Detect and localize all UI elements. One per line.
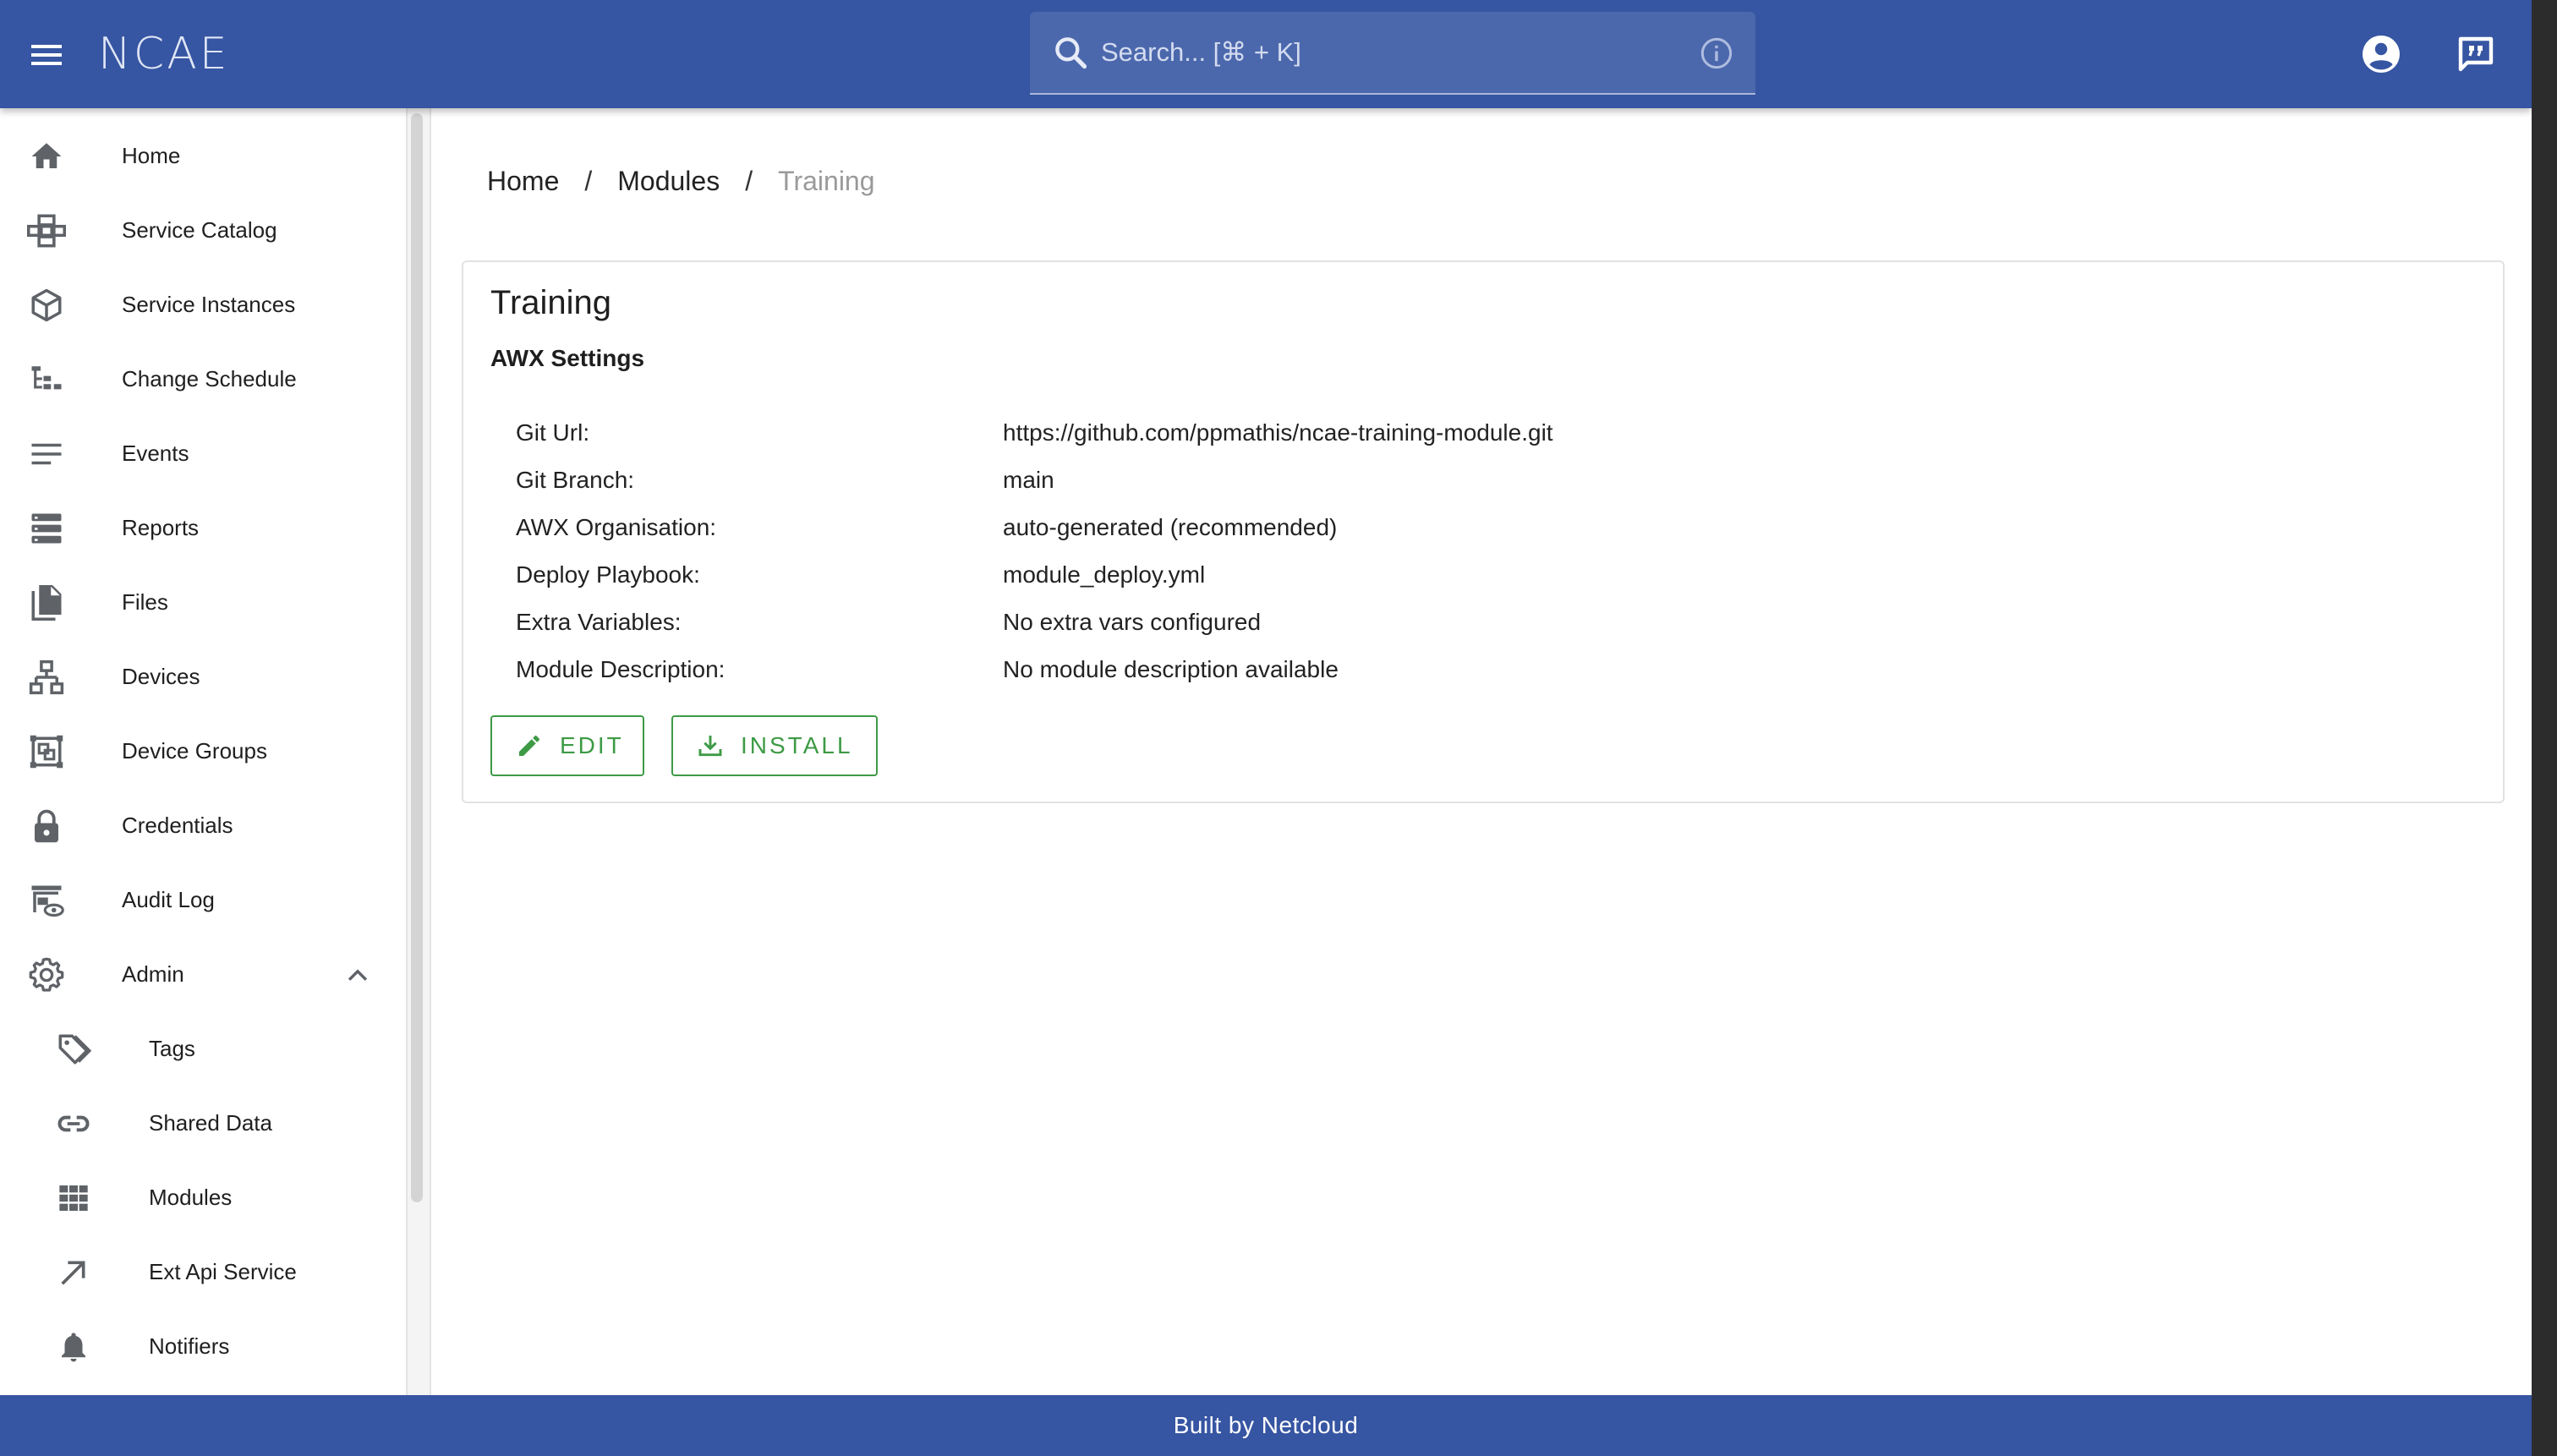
breadcrumb-home[interactable]: Home	[487, 166, 559, 197]
sidebar-item-shared-data[interactable]: Shared Data	[0, 1086, 397, 1160]
sidebar-item-label: Notifiers	[149, 1333, 230, 1359]
link-icon	[57, 1115, 90, 1132]
sidebar-item-label: Shared Data	[149, 1109, 272, 1136]
ncae-logo[interactable]: NCAE	[98, 30, 230, 78]
sidebar-item-notifiers[interactable]: Notifiers	[0, 1309, 397, 1383]
search-input[interactable]	[1101, 29, 1676, 76]
app-header: NCAE	[0, 0, 2532, 108]
install-button[interactable]: INSTALL	[671, 715, 878, 776]
field-label: Deploy Playbook:	[516, 561, 700, 588]
account-circle-icon	[2363, 36, 2400, 73]
account-button[interactable]	[2352, 25, 2410, 83]
lock-icon	[35, 809, 58, 843]
sidebar-item-label: Devices	[122, 663, 200, 689]
sidebar-item-label: Reports	[122, 514, 200, 540]
install-button-label: INSTALL	[741, 732, 853, 758]
feedback-button[interactable]	[2447, 25, 2505, 83]
sidebar-item-label: Change Schedule	[122, 365, 297, 391]
sidebar-item-label: Admin	[122, 961, 184, 987]
field-value: module_deploy.yml	[1003, 561, 1206, 588]
download-icon	[698, 736, 722, 757]
breadcrumb-separator: /	[745, 166, 753, 196]
sidebar-item-device-groups[interactable]: Device Groups	[0, 714, 397, 788]
field-value: auto-generated (recommended)	[1003, 514, 1338, 540]
home-icon	[31, 143, 62, 168]
field-value: main	[1003, 467, 1054, 493]
edit-button[interactable]: EDIT	[490, 715, 644, 776]
footer-text: Built by Netcloud	[1173, 1412, 1359, 1438]
sidebar-item-label: Tags	[149, 1035, 195, 1061]
sidebar-item-audit-log[interactable]: Audit Log	[0, 862, 397, 937]
sidebar-item-devices[interactable]: Devices	[0, 639, 397, 714]
reports-icon	[31, 513, 62, 544]
field-value: No extra vars configured	[1003, 609, 1262, 635]
schedule-icon	[31, 366, 62, 390]
gear-icon	[29, 957, 64, 992]
search-icon	[1055, 37, 1087, 69]
module-details-card: Training AWX Settings Git Url: https://g…	[462, 260, 2505, 803]
files-icon	[31, 585, 62, 621]
cube-icon	[31, 288, 62, 322]
devices-icon	[29, 660, 64, 695]
sidebar-item-events[interactable]: Events	[0, 416, 397, 490]
sidebar-item-admin[interactable]: Admin	[0, 937, 397, 1011]
sidebar-item-files[interactable]: Files	[0, 565, 397, 639]
sidebar-item-label: Modules	[149, 1184, 233, 1210]
menu-button[interactable]	[20, 29, 73, 81]
breadcrumb-separator: /	[584, 166, 593, 196]
sidebar-item-label: Service Catalog	[122, 216, 277, 243]
field-label: Git Url:	[516, 419, 590, 446]
events-icon	[31, 443, 62, 465]
breadcrumb: Home / Modules / Training	[487, 166, 875, 197]
sidebar-item-label: Home	[122, 142, 181, 168]
grid-icon	[59, 1185, 88, 1211]
sidebar-item-label: Audit Log	[122, 886, 215, 912]
sidebar-item-label: Service Instances	[122, 291, 296, 317]
sidebar-item-reports[interactable]: Reports	[0, 490, 397, 565]
edit-button-label: EDIT	[560, 732, 624, 758]
field-label: Git Branch:	[516, 467, 635, 493]
sidebar-item-change-schedule[interactable]: Change Schedule	[0, 342, 397, 416]
sidebar-scrollbar-thumb[interactable]	[411, 113, 423, 1202]
field-label: Module Description:	[516, 656, 725, 682]
sidebar-item-service-catalog[interactable]: Service Catalog	[0, 193, 397, 267]
window-edge	[2532, 0, 2557, 1456]
sidebar-item-label: Device Groups	[122, 737, 267, 764]
breadcrumb-modules[interactable]: Modules	[617, 166, 720, 197]
app-footer: Built by Netcloud	[0, 1395, 2532, 1456]
feedback-icon	[2458, 36, 2494, 72]
breadcrumb-current: Training	[778, 166, 875, 196]
sidebar-item-home[interactable]: Home	[0, 118, 397, 193]
card-title: Training	[490, 284, 612, 321]
app-window: NCAE Search... [⌘ + K] Home Service Cata…	[0, 0, 2532, 1456]
field-label: AWX Organisation:	[516, 514, 717, 540]
sidebar-nav: Home Service Catalog Service Instances C…	[0, 108, 408, 1395]
logo-text: NCAE	[98, 29, 230, 79]
sidebar-item-modules[interactable]: Modules	[0, 1160, 397, 1234]
sidebar-item-label: Files	[122, 588, 168, 615]
field-value: No module description available	[1003, 656, 1339, 682]
bell-icon	[62, 1333, 85, 1362]
hamburger-icon	[31, 45, 62, 65]
arrow-up-right-icon	[61, 1261, 85, 1285]
field-value: https://github.com/ppmathis/ncae-trainin…	[1003, 419, 1553, 446]
sidebar-item-label: Credentials	[122, 812, 233, 838]
chevron-up-icon[interactable]	[343, 961, 372, 989]
sidebar-item-label: Events	[122, 440, 189, 466]
info-icon[interactable]	[1700, 36, 1733, 70]
pencil-icon	[519, 736, 539, 756]
device-groups-icon	[30, 735, 63, 769]
audit-log-icon	[31, 885, 64, 917]
catalog-icon	[27, 214, 66, 248]
sidebar-item-label: Ext Api Service	[149, 1258, 297, 1284]
sidebar-item-service-instances[interactable]: Service Instances	[0, 267, 397, 342]
field-label: Extra Variables:	[516, 609, 682, 635]
sidebar-item-ext-api-service[interactable]: Ext Api Service	[0, 1234, 397, 1309]
search-bar[interactable]	[1030, 12, 1755, 95]
sidebar-item-tags[interactable]: Tags	[0, 1011, 397, 1086]
sidebar-item-credentials[interactable]: Credentials	[0, 788, 397, 862]
tag-icon	[58, 1034, 91, 1065]
card-subtitle: AWX Settings	[490, 345, 645, 371]
